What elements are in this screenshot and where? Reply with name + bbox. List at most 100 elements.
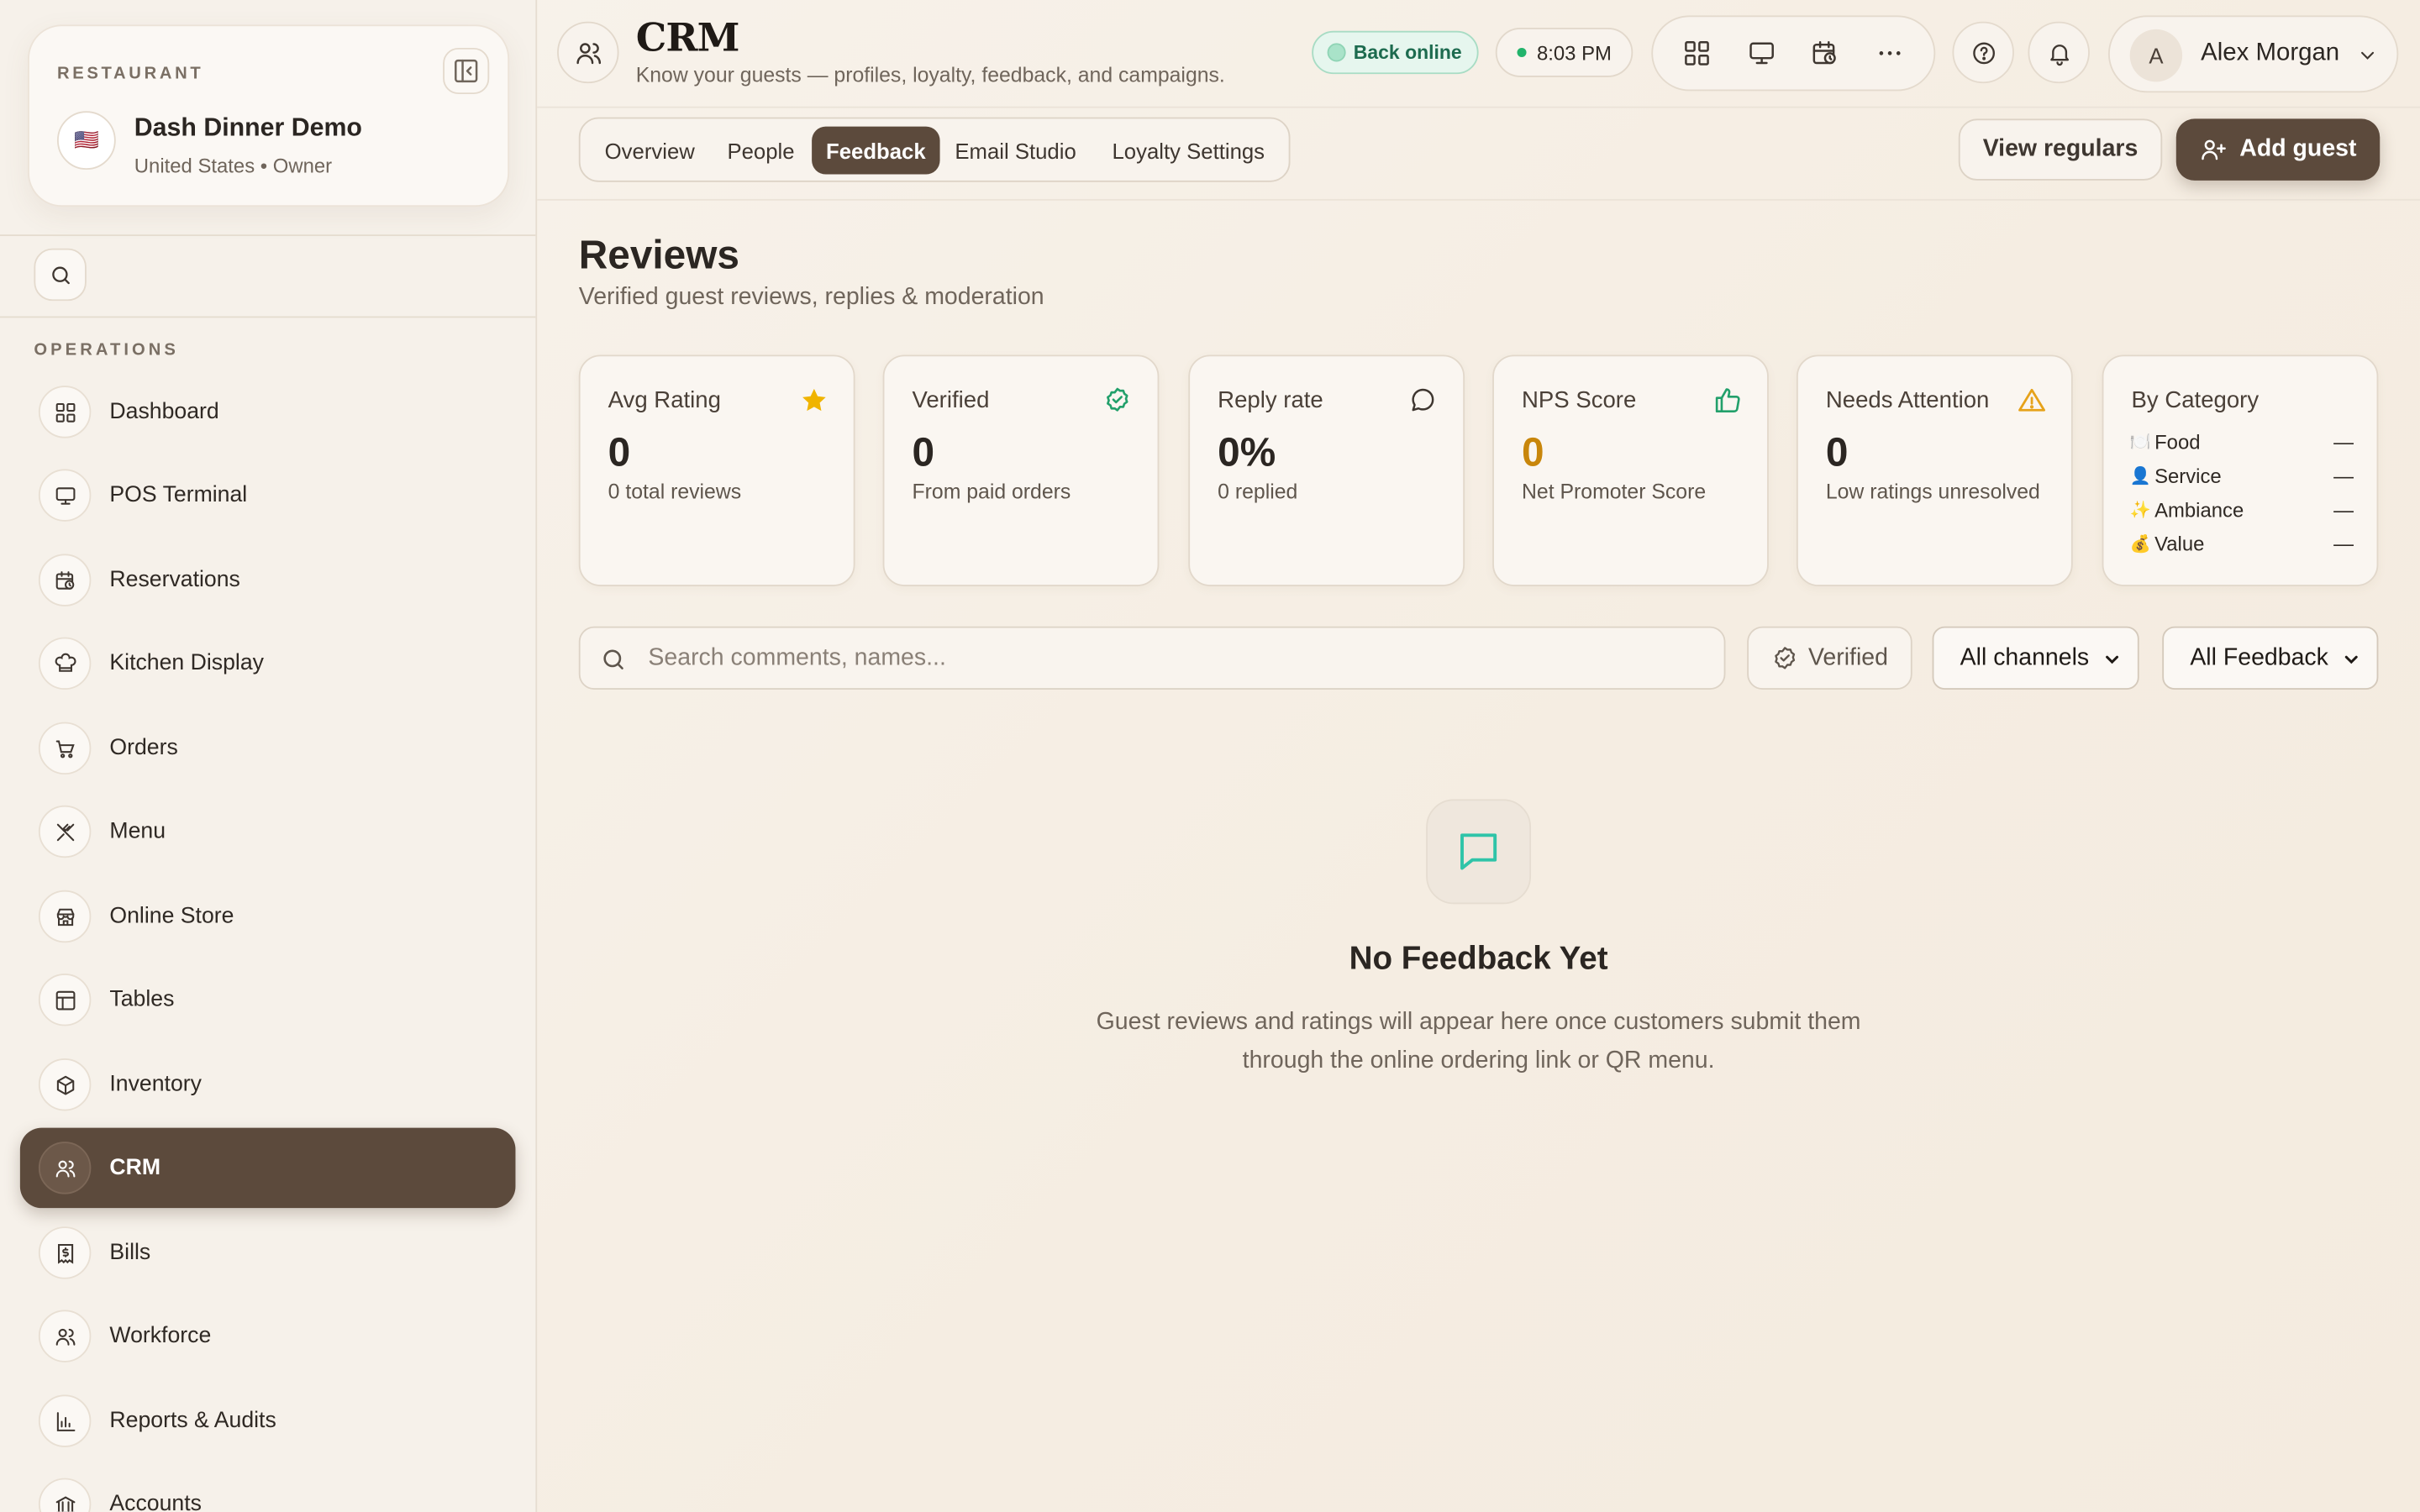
divider	[0, 316, 536, 318]
category-name: Value	[2154, 532, 2205, 556]
sidebar-item-label: Online Store	[109, 904, 234, 929]
chevron-down-icon	[2341, 649, 2361, 669]
restaurant-name: Dash Dinner Demo	[134, 113, 362, 142]
category-value: —	[2333, 464, 2354, 488]
pos-shortcut-button[interactable]	[1735, 27, 1787, 79]
crm-tabs: Overview People Feedback Email Studio Lo…	[578, 117, 1291, 182]
bell-icon	[2046, 39, 2072, 66]
users-icon	[38, 1310, 92, 1362]
live-dot-icon	[1517, 47, 1527, 57]
tab-email-studio[interactable]: Email Studio	[943, 127, 1088, 175]
stat-card-verified: Verified 0 From paid orders	[882, 354, 1160, 586]
table-icon	[38, 973, 92, 1026]
bar-chart-icon	[38, 1394, 92, 1447]
crm-users-icon	[557, 21, 619, 84]
collapse-sidebar-button[interactable]	[443, 47, 490, 95]
sidebar-item-label: Dashboard	[109, 399, 219, 425]
tab-overview[interactable]: Overview	[588, 127, 712, 175]
utensils-icon	[38, 805, 92, 858]
add-guest-button[interactable]: Add guest	[2175, 118, 2381, 181]
dashboard-icon	[38, 386, 92, 438]
restaurant-subtitle: United States • Owner	[134, 154, 333, 178]
stat-value: 0	[912, 428, 935, 475]
stat-label: Reply rate	[1218, 387, 1323, 414]
sidebar-item-online-store[interactable]: Online Store	[20, 876, 516, 957]
verified-filter-label: Verified	[1807, 643, 1888, 671]
verified-filter-toggle[interactable]: Verified	[1747, 626, 1912, 690]
message-square-icon	[1426, 799, 1532, 905]
sidebar-item-workforce[interactable]: Workforce	[20, 1296, 516, 1377]
sidebar-item-crm[interactable]: CRM	[19, 1127, 516, 1209]
stat-label: Avg Rating	[608, 387, 721, 414]
online-status-label: Back online	[1353, 41, 1462, 64]
feedback-search-input[interactable]: Search comments, names...	[578, 626, 1726, 690]
sidebar-item-inventory[interactable]: Inventory	[20, 1044, 516, 1125]
sidebar-item-label: POS Terminal	[109, 482, 248, 508]
help-button[interactable]	[1952, 21, 2014, 84]
thumbs-up-icon	[1713, 386, 1743, 415]
stat-value: 0	[1825, 428, 1849, 475]
reservations-shortcut-button[interactable]	[1799, 27, 1851, 79]
sidebar-item-label: Accounts	[109, 1492, 202, 1512]
country-flag-icon: 🇺🇸	[56, 111, 116, 171]
sidebar-search-button[interactable]	[34, 248, 87, 302]
stat-value: 0	[1522, 428, 1544, 475]
feedback-panel: Reviews Verified guest reviews, replies …	[537, 201, 2420, 1512]
empty-state-title: No Feedback Yet	[1349, 941, 1608, 977]
money-bag-icon: 💰	[2129, 535, 2151, 554]
stat-card-reply-rate: Reply rate 0% 0 replied	[1188, 354, 1465, 586]
more-tools-button[interactable]	[1863, 27, 1915, 79]
category-name: Food	[2154, 430, 2201, 454]
channel-select[interactable]: All channels	[1932, 626, 2139, 690]
sidebar-collapse-icon	[452, 57, 480, 85]
badge-check-icon	[1103, 386, 1131, 413]
add-guest-label: Add guest	[2239, 135, 2357, 162]
sidebar-item-label: Kitchen Display	[109, 651, 264, 676]
feedback-type-select[interactable]: All Feedback	[2162, 626, 2379, 690]
sidebar-item-bills[interactable]: Bills	[20, 1213, 516, 1294]
sidebar-item-accounts[interactable]: Accounts	[20, 1464, 516, 1512]
tab-people[interactable]: People	[713, 127, 809, 175]
user-name: Alex Morgan	[2201, 39, 2340, 66]
stat-value: 0%	[1218, 428, 1276, 475]
monitor-icon	[1747, 39, 1776, 68]
category-value: —	[2333, 532, 2354, 556]
tab-feedback[interactable]: Feedback	[812, 126, 940, 175]
notifications-button[interactable]	[2028, 21, 2090, 84]
tab-loyalty-settings[interactable]: Loyalty Settings	[1092, 127, 1284, 175]
sidebar-item-orders[interactable]: Orders	[20, 708, 516, 789]
chevron-down-icon	[2357, 45, 2379, 66]
box-icon	[38, 1058, 92, 1111]
feedback-select-value: All Feedback	[2190, 643, 2328, 671]
badge-check-icon	[1771, 645, 1797, 671]
chevron-down-icon	[2102, 649, 2123, 669]
online-status-badge: Back online	[1312, 30, 1479, 75]
stat-card-avg-rating: Avg Rating 0 0 total reviews	[578, 354, 855, 586]
sidebar-item-reports-audits[interactable]: Reports & Audits	[20, 1381, 516, 1462]
sidebar-item-label: Bills	[109, 1240, 151, 1266]
sidebar-item-pos-terminal[interactable]: POS Terminal	[20, 455, 516, 536]
restaurant-card[interactable]: RESTAURANT 🇺🇸 Dash Dinner Demo United St…	[28, 24, 510, 207]
stat-card-by-category: By Category 🍽️ Food — 👤 Service — ✨ Ambi…	[2102, 354, 2379, 586]
user-plus-icon	[2200, 136, 2228, 164]
status-dot-icon	[1327, 43, 1346, 62]
sidebar-item-tables[interactable]: Tables	[20, 959, 516, 1040]
dashboard-icon	[1682, 39, 1712, 68]
sidebar-item-menu[interactable]: Menu	[20, 791, 516, 872]
stat-subtext: Low ratings unresolved	[1825, 480, 2040, 503]
stat-subtext: 0 total reviews	[608, 480, 742, 503]
sidebar-item-reservations[interactable]: Reservations	[20, 540, 516, 621]
sidebar-item-label: Inventory	[109, 1072, 202, 1097]
sidebar-item-kitchen-display[interactable]: Kitchen Display	[20, 623, 516, 704]
dashboard-shortcut-button[interactable]	[1671, 27, 1723, 79]
stat-subtext: From paid orders	[912, 480, 1071, 503]
search-icon	[49, 263, 72, 286]
alert-triangle-icon	[2018, 386, 2047, 415]
view-regulars-button[interactable]: View regulars	[1958, 118, 2163, 181]
sidebar-item-dashboard[interactable]: Dashboard	[20, 372, 516, 453]
search-icon	[600, 647, 626, 673]
channel-select-value: All channels	[1960, 643, 2090, 671]
user-menu-button[interactable]: A Alex Morgan	[2107, 15, 2399, 93]
sidebar-item-label: Orders	[109, 736, 178, 761]
empty-state-text: Guest reviews and ratings will appear he…	[1096, 1009, 1861, 1074]
